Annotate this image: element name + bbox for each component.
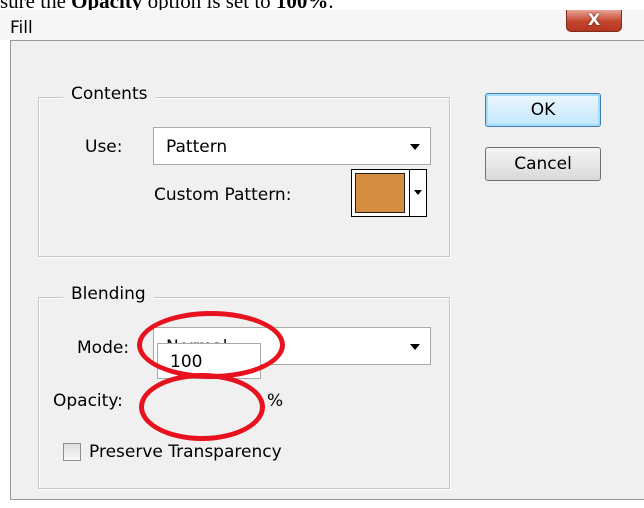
ok-button-label: OK (530, 100, 556, 120)
blending-legend: Blending (63, 284, 154, 304)
cancel-button-label: Cancel (514, 154, 572, 174)
title-bar: Fill X (0, 10, 644, 40)
close-icon: X (587, 10, 601, 29)
custom-pattern-label: Custom Pattern: (154, 185, 292, 205)
contents-legend: Contents (63, 84, 156, 104)
chevron-down-icon (414, 190, 422, 195)
custom-pattern-picker[interactable] (351, 169, 427, 217)
use-dropdown[interactable]: Pattern (153, 127, 431, 165)
preserve-transparency-checkbox[interactable] (63, 443, 81, 461)
preserve-transparency-label: Preserve Transparency (89, 442, 282, 462)
chevron-down-icon (410, 144, 420, 150)
close-button[interactable]: X (566, 10, 622, 32)
cancel-button[interactable]: Cancel (485, 147, 601, 181)
opacity-highlight-circle (139, 373, 265, 441)
picker-divider (409, 170, 410, 216)
window-title: Fill (10, 18, 33, 38)
mode-highlight-circle (137, 311, 285, 379)
opacity-label: Opacity: (53, 391, 123, 411)
pattern-swatch (355, 173, 405, 213)
chevron-down-icon (410, 344, 420, 350)
use-label: Use: (85, 137, 123, 157)
ok-button[interactable]: OK (485, 93, 601, 127)
opacity-percent-unit: % (267, 391, 284, 411)
use-dropdown-value: Pattern (166, 137, 228, 157)
fill-dialog: Contents Use: Pattern Custom Pattern: Bl… (10, 40, 644, 500)
mode-label: Mode: (77, 338, 130, 358)
